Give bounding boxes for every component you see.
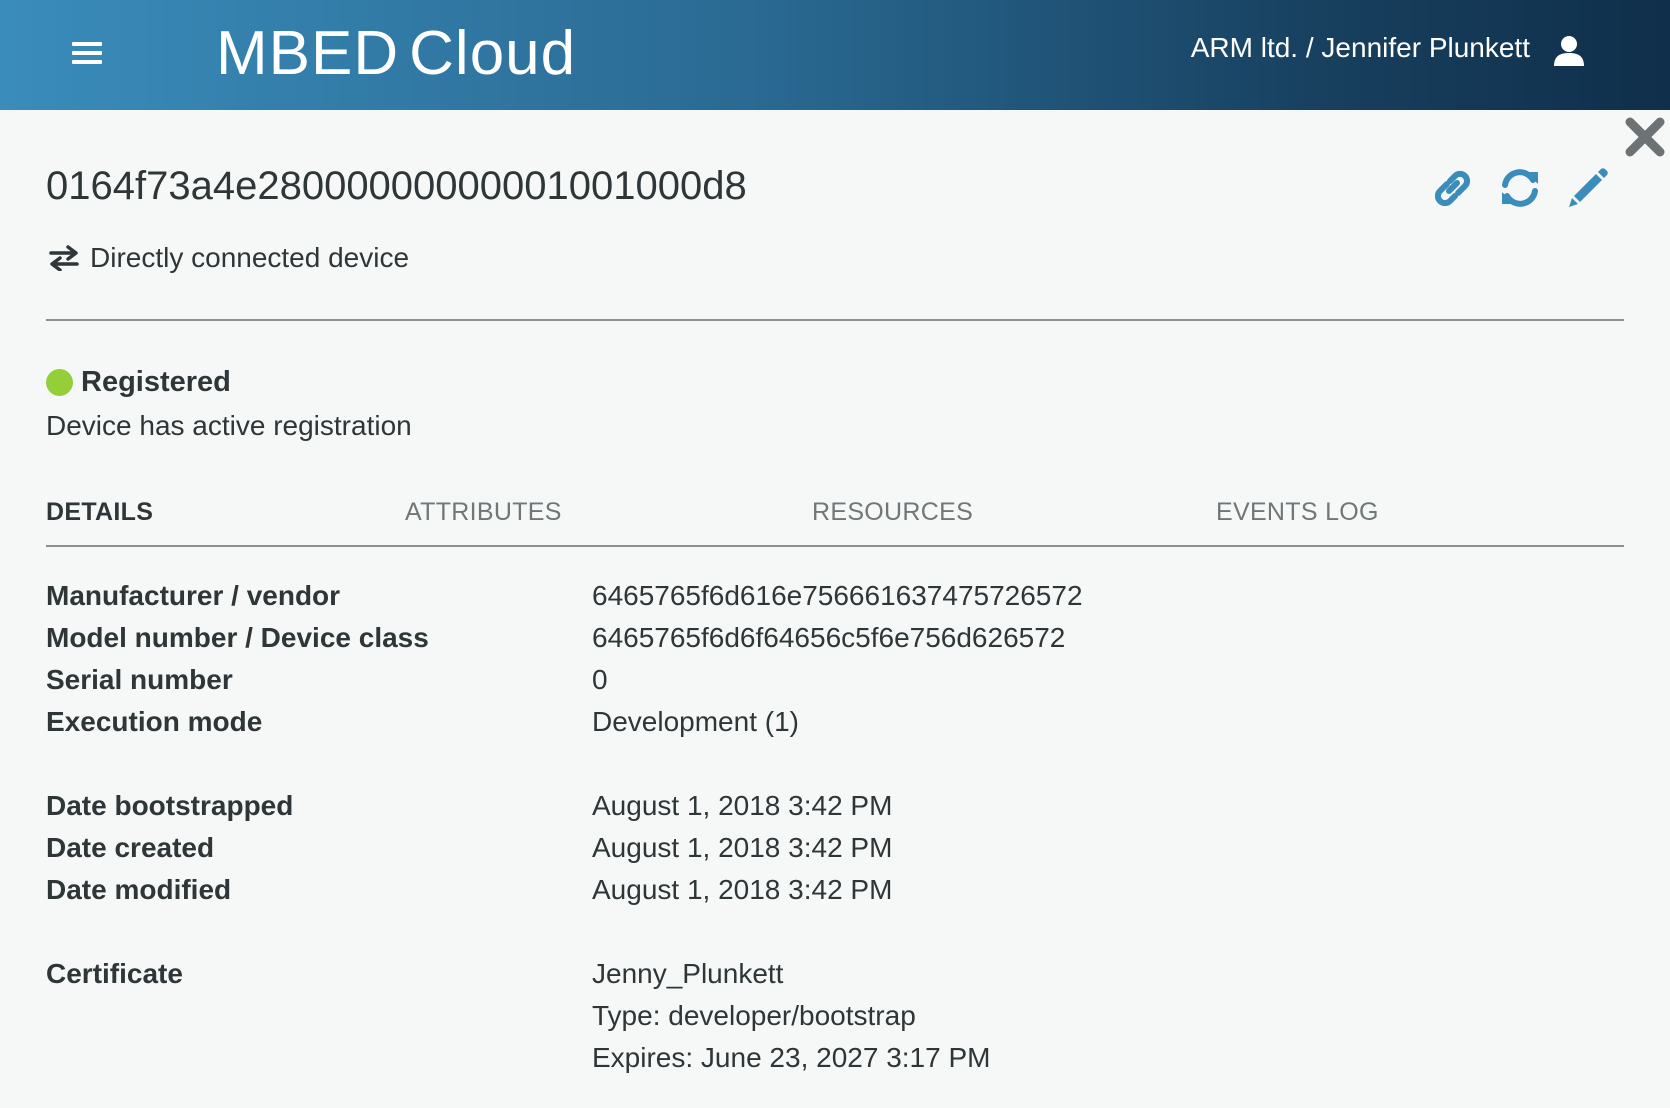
detail-value: 0	[592, 664, 608, 695]
detail-label: Date created	[46, 832, 215, 863]
edit-icon[interactable]	[1564, 164, 1612, 212]
detail-row-date-modified: Date modified August 1, 2018 3:42 PM	[46, 874, 1624, 914]
detail-label: Date bootstrapped	[46, 790, 294, 821]
detail-label: Date modified	[46, 874, 232, 905]
arrows-exchange-icon	[49, 245, 79, 271]
status-label: Registered	[81, 366, 231, 398]
hamburger-icon[interactable]	[72, 42, 102, 68]
certificate-type: Type: developer/bootstrap	[592, 1000, 916, 1031]
device-id-title: 0164f73a4e28000000000001001000d8	[46, 164, 747, 208]
detail-row-date-bootstrapped: Date bootstrapped August 1, 2018 3:42 PM	[46, 790, 1624, 830]
tab-resources[interactable]: RESOURCES	[812, 498, 973, 527]
detail-value: Development (1)	[592, 706, 799, 737]
detail-row-certificate: Certificate Jenny_Plunkett	[46, 958, 1624, 998]
detail-row-model: Model number / Device class 6465765f6d6f…	[46, 622, 1624, 662]
divider	[46, 319, 1624, 321]
detail-row-date-created: Date created August 1, 2018 3:42 PM	[46, 832, 1624, 872]
detail-label: Model number / Device class	[46, 622, 429, 653]
detail-value: August 1, 2018 3:42 PM	[592, 874, 893, 905]
brand-part2: Cloud	[409, 19, 577, 88]
top-navigation-bar: MBED Cloud ARM ltd. / Jennifer Plunkett	[0, 0, 1670, 110]
close-icon[interactable]	[1624, 116, 1666, 158]
status-dot-icon	[46, 369, 73, 396]
detail-label: Manufacturer / vendor	[46, 580, 341, 611]
certificate-link[interactable]: Jenny_Plunkett	[592, 958, 783, 990]
detail-row-manufacturer: Manufacturer / vendor 6465765f6d616e7566…	[46, 580, 1624, 620]
detail-label: Serial number	[46, 664, 233, 695]
user-icon[interactable]	[1552, 34, 1586, 68]
detail-label: Execution mode	[46, 706, 263, 737]
tab-events-log[interactable]: EVENTS LOG	[1216, 498, 1379, 527]
status-description: Device has active registration	[46, 410, 412, 441]
status-badge: Registered	[46, 366, 231, 399]
detail-row-execution-mode: Execution mode Development (1)	[46, 706, 1624, 746]
tab-attributes[interactable]: ATTRIBUTES	[405, 498, 562, 527]
detail-value: August 1, 2018 3:42 PM	[592, 832, 893, 863]
detail-value: 6465765f6d6f64656c5f6e756d626572	[592, 622, 1066, 653]
detail-label: Certificate	[46, 958, 183, 989]
connection-type: Directly connected device	[48, 242, 409, 274]
tab-divider	[46, 545, 1624, 547]
certificate-expiry: Expires: June 23, 2027 3:17 PM	[592, 1042, 991, 1073]
detail-value: 6465765f6d616e756661637475726572	[592, 580, 1083, 611]
detail-value: August 1, 2018 3:42 PM	[592, 790, 893, 821]
connection-label: Directly connected device	[90, 242, 410, 273]
brand-logo[interactable]: MBED Cloud	[216, 18, 576, 89]
tab-details[interactable]: DETAILS	[46, 498, 153, 527]
link-icon[interactable]	[1428, 164, 1476, 212]
refresh-icon[interactable]	[1496, 164, 1544, 212]
tab-bar: DETAILS ATTRIBUTES RESOURCES EVENTS LOG	[46, 498, 1624, 548]
account-name[interactable]: ARM ltd. / Jennifer Plunkett	[1191, 32, 1530, 64]
detail-row-serial: Serial number 0	[46, 664, 1624, 704]
brand-part1: MBED	[216, 19, 400, 88]
